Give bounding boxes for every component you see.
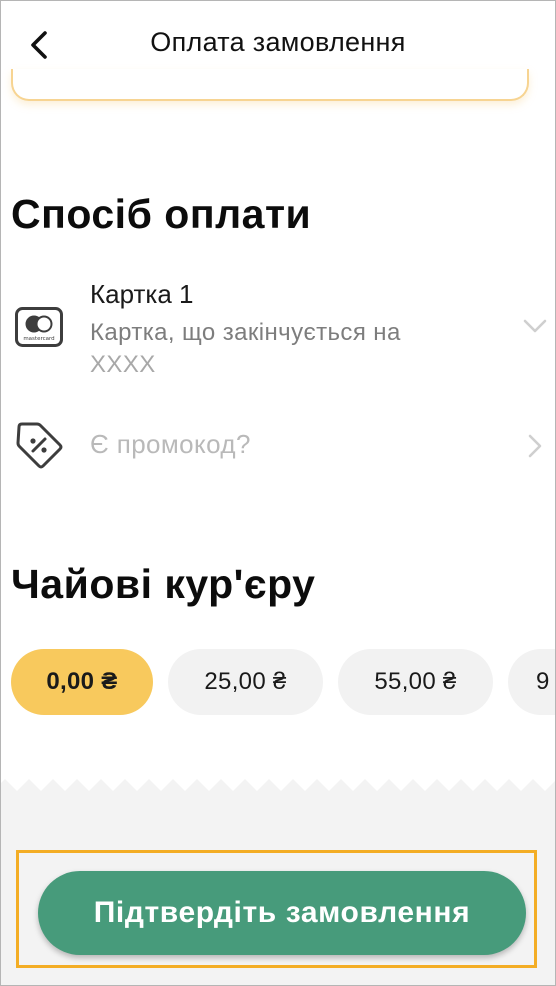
- card-ending-text: Картка, що закінчується на: [90, 319, 401, 346]
- payment-card-row[interactable]: mastercard Картка 1 Картка, що закінчуєт…: [1, 271, 555, 381]
- card-description: Картка, що закінчується на XXXX: [90, 317, 450, 381]
- card-name: Картка 1: [90, 279, 194, 309]
- courier-tips-heading: Чайові кур'єру: [11, 561, 316, 607]
- tip-option-55[interactable]: 55,00 ₴: [338, 649, 493, 715]
- payment-method-heading: Спосіб оплати: [11, 191, 312, 237]
- confirm-order-button[interactable]: Підтвердіть замовлення: [38, 871, 526, 955]
- mastercard-wordmark: mastercard: [23, 336, 54, 342]
- discount-tag-icon: [16, 422, 63, 469]
- back-arrow-icon: [31, 31, 47, 59]
- card-number-mask: XXXX: [90, 351, 156, 378]
- receipt-zigzag-edge: [1, 773, 555, 791]
- back-button[interactable]: [19, 23, 59, 67]
- tip-option-25[interactable]: 25,00 ₴: [168, 649, 323, 715]
- chevron-right-icon: [528, 434, 542, 458]
- promo-code-placeholder: Є промокод?: [90, 429, 251, 459]
- tip-options: 0,00 ₴ 25,00 ₴ 55,00 ₴ 9: [11, 649, 555, 715]
- chevron-down-icon: [523, 319, 547, 333]
- tip-option-0[interactable]: 0,00 ₴: [11, 649, 153, 715]
- tip-option-partial[interactable]: 9: [508, 649, 555, 715]
- promo-code-row[interactable]: Є промокод?: [1, 415, 555, 475]
- previous-card-edge: [11, 69, 529, 101]
- page-title: Оплата замовлення: [150, 26, 406, 57]
- app-screen: Оплата замовлення Спосіб оплати masterca…: [0, 0, 556, 986]
- mastercard-icon: mastercard: [15, 307, 63, 347]
